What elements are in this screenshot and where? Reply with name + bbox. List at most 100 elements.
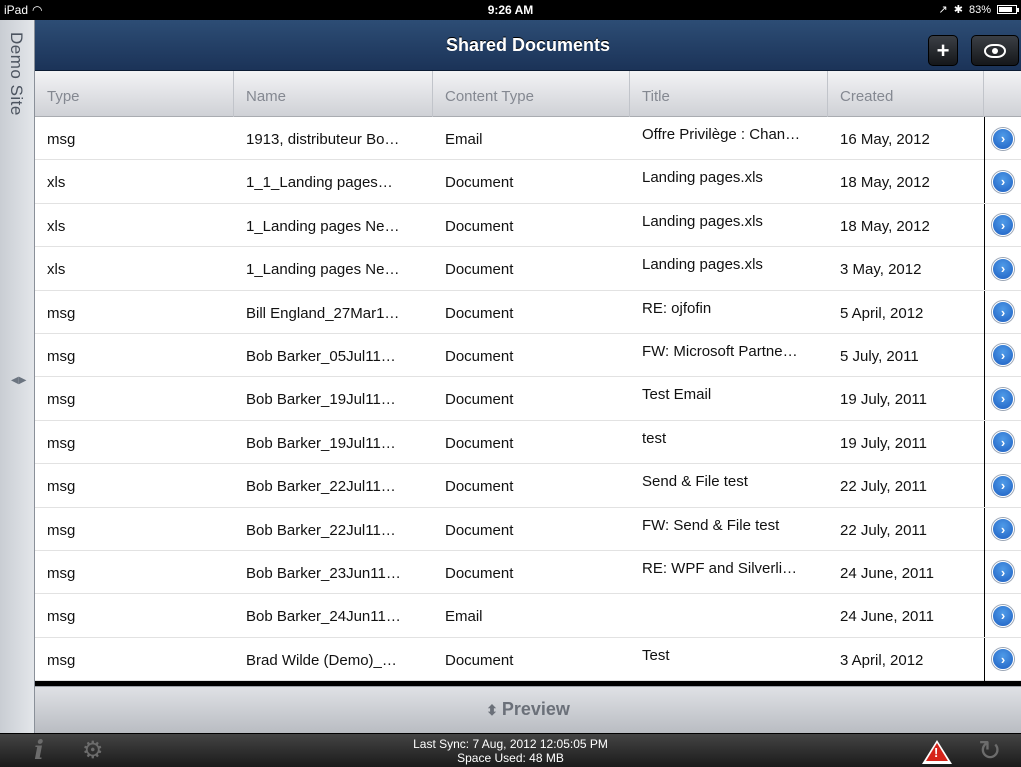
warning-icon[interactable]: ! (922, 740, 952, 764)
disclosure-chevron-icon[interactable]: › (992, 387, 1014, 410)
cell-name: Bill England_27Mar1… (246, 304, 400, 322)
table-row[interactable]: msg Bob Barker_22Jul11… Document FW: Send &… (35, 507, 1021, 551)
cell-name: Brad Wilde (Demo)_… (246, 651, 397, 669)
row-accessory: › (984, 377, 1021, 421)
column-header-created[interactable]: Created (828, 71, 984, 117)
site-side-pane[interactable]: Demo Site ◀▶ (0, 20, 35, 733)
cell-content-type: Document (445, 434, 514, 452)
cell-type: msg (47, 608, 76, 626)
cell-created: 5 April, 2012 (840, 304, 924, 322)
table-row[interactable]: xls 1_Landing pages Ne… Document Landing pa… (35, 203, 1021, 248)
table-body: msg 1913, distributeur Bo… Email Offre Priv… (35, 117, 1021, 682)
table-row[interactable]: msg Bob Barker_22Jul11… Document Send & Fil… (35, 464, 1021, 508)
table-row[interactable]: msg Bob Barker_19Jul11… Document test 19 Jul… (35, 420, 1021, 465)
table-row[interactable]: msg Bob Barker_24Jun11… Email 24 June, 2011… (35, 594, 1021, 638)
row-accessory: › (984, 333, 1021, 377)
disclosure-chevron-icon[interactable]: › (992, 214, 1014, 237)
cell-content-type: Email (445, 131, 483, 148)
cell-created: 16 May, 2012 (840, 131, 930, 148)
cell-type: msg (47, 131, 76, 148)
disclosure-chevron-icon[interactable]: › (992, 257, 1014, 280)
table-header: Type Name Content Type Title Created (35, 71, 1021, 117)
row-accessory: › (984, 117, 1021, 160)
table-row[interactable]: xls 1_Landing pages Ne… Document Landing pa… (35, 247, 1021, 291)
row-accessory: › (984, 160, 1021, 204)
table-row[interactable]: msg Bob Barker_19Jul11… Document Test Email… (35, 377, 1021, 421)
battery-icon (997, 5, 1019, 14)
cell-title: Landing pages.xls (642, 256, 763, 274)
navigation-bar: Shared Documents + (35, 20, 1021, 71)
cell-content-type: Document (445, 174, 514, 192)
column-header-name[interactable]: Name (234, 71, 433, 117)
cell-type: msg (47, 434, 76, 452)
disclosure-chevron-icon[interactable]: › (992, 474, 1014, 497)
cell-title: Landing pages.xls (642, 169, 763, 187)
refresh-icon[interactable]: ↻ (978, 734, 1001, 767)
cell-type: xls (47, 174, 66, 192)
column-header-accessory (984, 71, 1021, 117)
disclosure-chevron-icon[interactable]: › (992, 604, 1014, 627)
table-row[interactable]: msg Bob Barker_23Jun11… Document RE: WPF an… (35, 550, 1021, 595)
cell-name: 1913, distributeur Bo… (246, 131, 400, 148)
cell-content-type: Document (445, 651, 514, 669)
row-accessory: › (984, 203, 1021, 247)
cell-title (630, 594, 828, 637)
cell-created: 18 May, 2012 (840, 174, 930, 192)
cell-title: FW: Microsoft Partne… (642, 342, 798, 360)
column-header-content-type[interactable]: Content Type (433, 71, 630, 117)
cell-type: msg (47, 391, 76, 409)
preview-bar[interactable]: ⬍ Preview (35, 686, 1021, 733)
disclosure-chevron-icon[interactable]: › (992, 431, 1014, 454)
cell-title: Offre Privilège : Chan… (642, 126, 801, 143)
cell-content-type: Document (445, 347, 514, 365)
cell-name: Bob Barker_05Jul11… (246, 347, 396, 365)
column-header-type[interactable]: Type (35, 71, 234, 117)
resize-grip-icon[interactable]: ◀▶ (11, 375, 26, 386)
disclosure-chevron-icon[interactable]: › (992, 127, 1014, 150)
table-row[interactable]: msg Bill England_27Mar1… Document RE: ojfof… (35, 290, 1021, 334)
row-accessory: › (984, 247, 1021, 291)
cell-title: RE: ojfofin (642, 299, 712, 317)
cell-created: 3 April, 2012 (840, 651, 924, 669)
cell-title: FW: Send & File test (642, 516, 780, 534)
table-row[interactable]: msg Bob Barker_05Jul11… Document FW: Micros… (35, 333, 1021, 378)
eye-icon (984, 43, 1006, 58)
cell-created: 3 May, 2012 (840, 261, 922, 279)
bluetooth-icon: ✱ (953, 4, 963, 16)
disclosure-chevron-icon[interactable]: › (992, 344, 1014, 367)
sync-status: Last Sync: 7 Aug, 2012 12:05:05 PM Space… (0, 737, 1021, 765)
add-button[interactable]: + (928, 35, 958, 66)
preview-label: Preview (501, 699, 570, 719)
cell-title: RE: WPF and Silverli… (642, 559, 798, 577)
cell-type: msg (47, 651, 76, 669)
cell-title: Test (642, 646, 670, 664)
row-accessory: › (984, 420, 1021, 464)
cell-content-type: Email (445, 608, 483, 626)
space-used-text: Space Used: 48 MB (457, 751, 564, 765)
cell-created: 5 July, 2011 (840, 347, 919, 365)
disclosure-chevron-icon[interactable]: › (992, 561, 1014, 584)
table-row[interactable]: msg Brad Wilde (Demo)_… Document Test 3 Apri… (35, 637, 1021, 682)
row-accessory: › (984, 290, 1021, 334)
disclosure-chevron-icon[interactable]: › (992, 518, 1014, 541)
cell-name: Bob Barker_19Jul11… (246, 391, 396, 409)
table-row[interactable]: xls 1_1_Landing pages… Document Landing pag… (35, 160, 1021, 204)
location-icon: ↗ (938, 4, 948, 16)
up-down-arrows-icon: ⬍ (486, 702, 498, 718)
battery-percent: 83% (968, 3, 991, 16)
documents-table: Type Name Content Type Title Created msg… (35, 71, 1021, 682)
bottom-toolbar: i ⚙ Last Sync: 7 Aug, 2012 12:05:05 PM S… (0, 733, 1021, 767)
cell-name: Bob Barker_23Jun11… (246, 564, 401, 582)
cell-content-type: Document (445, 217, 514, 235)
disclosure-chevron-icon[interactable]: › (992, 301, 1014, 324)
cell-name: 1_Landing pages Ne… (246, 261, 400, 279)
disclosure-chevron-icon[interactable]: › (992, 170, 1014, 193)
disclosure-chevron-icon[interactable]: › (992, 648, 1014, 671)
cell-name: Bob Barker_22Jul11… (246, 521, 396, 539)
column-header-title[interactable]: Title (630, 71, 828, 117)
cell-content-type: Document (445, 478, 514, 496)
view-button[interactable] (971, 35, 1019, 66)
cell-content-type: Document (445, 564, 514, 582)
table-row[interactable]: msg 1913, distributeur Bo… Email Offre Priv… (35, 117, 1021, 161)
cell-created: 19 July, 2011 (840, 434, 928, 452)
